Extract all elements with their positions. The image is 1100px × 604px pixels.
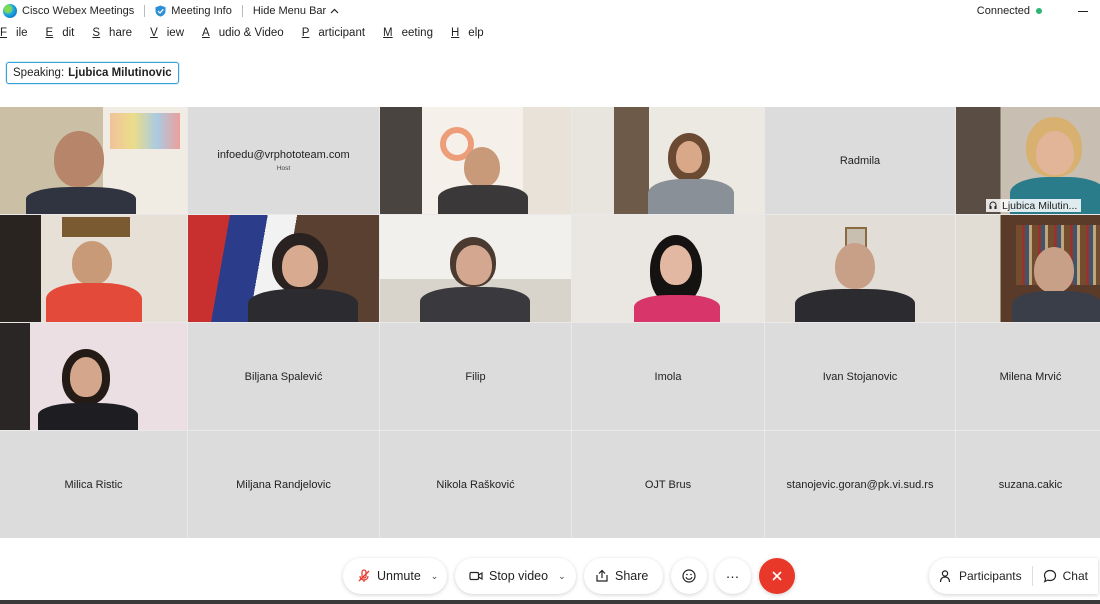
video-grid: infoedu@vrphototeam.com Host Radmila Lju… bbox=[0, 107, 1100, 538]
participant-tile[interactable]: Imola bbox=[572, 323, 764, 430]
video-tile[interactable] bbox=[765, 215, 955, 322]
participant-name: Milena Mrvić bbox=[999, 370, 1062, 383]
participant-tile[interactable]: OJT Brus bbox=[572, 431, 764, 538]
participant-name: OJT Brus bbox=[644, 478, 692, 491]
participant-tile-host[interactable]: infoedu@vrphototeam.com Host bbox=[188, 107, 379, 214]
participants-panel-button[interactable]: Participants bbox=[929, 558, 1032, 594]
video-tile[interactable] bbox=[380, 107, 571, 214]
participant-name: Nikola Rašković bbox=[436, 478, 515, 491]
menu-edit[interactable]: Edit bbox=[46, 27, 84, 45]
hide-menu-bar-label: Hide Menu Bar bbox=[252, 5, 327, 17]
minimize-icon[interactable] bbox=[1078, 10, 1088, 12]
participant-name: Ivan Stojanovic bbox=[822, 370, 898, 383]
unmute-button[interactable]: Unmute ⌄ bbox=[343, 558, 447, 594]
share-icon bbox=[596, 569, 608, 582]
speaking-name: Ljubica Milutinovic bbox=[68, 67, 172, 79]
connection-dot-icon bbox=[1036, 8, 1042, 14]
menu-view[interactable]: View bbox=[150, 27, 193, 45]
participant-name: Miljana Randjelovic bbox=[236, 478, 331, 491]
window-bottom-edge bbox=[0, 600, 1100, 604]
menu-participant[interactable]: Participant bbox=[302, 27, 374, 45]
video-tile[interactable] bbox=[0, 107, 187, 214]
video-tile[interactable] bbox=[380, 215, 571, 322]
video-tile-active-speaker[interactable]: Ljubica Milutin... bbox=[956, 107, 1100, 214]
divider bbox=[241, 5, 243, 17]
chevron-up-icon bbox=[330, 8, 339, 14]
active-speaker-indicator: Speaking: Ljubica Milutinovic bbox=[6, 62, 179, 84]
meeting-info-button[interactable]: Meeting Info bbox=[155, 5, 232, 17]
participant-tile[interactable]: Milica Ristic bbox=[0, 431, 187, 538]
hide-menu-bar-button[interactable]: Hide Menu Bar bbox=[253, 5, 339, 17]
webex-logo-icon bbox=[3, 4, 17, 18]
video-tile[interactable] bbox=[572, 107, 764, 214]
menu-share[interactable]: Share bbox=[92, 27, 141, 45]
chat-bubble-icon bbox=[1043, 569, 1056, 583]
participant-tile-radmila[interactable]: Radmila bbox=[765, 107, 955, 214]
share-label: Share bbox=[615, 569, 649, 583]
stop-video-label: Stop video bbox=[489, 569, 549, 583]
participant-name: Filip bbox=[465, 370, 486, 383]
chat-panel-button[interactable]: Chat bbox=[1033, 558, 1098, 594]
meeting-controls: Unmute ⌄ Stop video ⌄ Share … Participan… bbox=[0, 548, 1100, 604]
shield-icon bbox=[155, 5, 166, 17]
connection-status: Connected bbox=[976, 5, 1030, 17]
video-tile[interactable] bbox=[956, 215, 1100, 322]
participant-name: infoedu@vrphototeam.com bbox=[217, 149, 350, 161]
title-bar: Cisco Webex Meetings Meeting Info Hide M… bbox=[0, 0, 1100, 22]
video-tile[interactable] bbox=[0, 215, 187, 322]
participant-tile[interactable]: Filip bbox=[380, 323, 571, 430]
video-tile[interactable] bbox=[572, 215, 764, 322]
headset-icon bbox=[989, 201, 997, 209]
app-title: Cisco Webex Meetings bbox=[22, 5, 135, 17]
menu-bar: File Edit Share View Audio & Video Parti… bbox=[0, 27, 502, 45]
share-button[interactable]: Share bbox=[584, 558, 663, 594]
participant-tile[interactable]: suzana.cakic bbox=[956, 431, 1100, 538]
leave-meeting-button[interactable] bbox=[759, 558, 795, 594]
close-icon bbox=[772, 571, 782, 581]
participant-name: Biljana Spalević bbox=[244, 370, 323, 383]
more-icon: … bbox=[725, 565, 741, 581]
chat-label: Chat bbox=[1062, 569, 1088, 583]
participant-tile[interactable]: Milena Mrvić bbox=[956, 323, 1100, 430]
participant-name: Ljubica Milutin... bbox=[1002, 199, 1078, 212]
participant-tile[interactable]: Biljana Spalević bbox=[188, 323, 379, 430]
participants-label: Participants bbox=[958, 569, 1022, 583]
camera-icon bbox=[469, 571, 483, 581]
smiley-icon bbox=[682, 569, 696, 583]
muted-mic-icon bbox=[358, 569, 370, 582]
more-options-button[interactable]: … bbox=[715, 558, 751, 594]
participant-name: stanojevic.goran@pk.vi.sud.rs bbox=[786, 478, 934, 491]
participant-name: Radmila bbox=[839, 154, 881, 167]
host-tag: Host bbox=[276, 165, 291, 172]
panel-buttons: Participants Chat bbox=[928, 558, 1098, 594]
menu-help[interactable]: Help bbox=[451, 27, 493, 45]
menu-audio-video[interactable]: Audio & Video bbox=[202, 27, 293, 45]
unmute-label: Unmute bbox=[377, 569, 421, 583]
menu-file[interactable]: File bbox=[0, 27, 37, 45]
participant-tile[interactable]: Ivan Stojanovic bbox=[765, 323, 955, 430]
reactions-button[interactable] bbox=[671, 558, 707, 594]
participant-tile[interactable]: stanojevic.goran@pk.vi.sud.rs bbox=[765, 431, 955, 538]
speaking-label: Speaking: bbox=[13, 67, 65, 79]
participant-name: Milica Ristic bbox=[64, 478, 123, 491]
chevron-down-icon[interactable]: ⌄ bbox=[558, 571, 566, 582]
chevron-down-icon[interactable]: ⌄ bbox=[431, 571, 439, 582]
meeting-info-label: Meeting Info bbox=[171, 5, 232, 17]
stop-video-button[interactable]: Stop video ⌄ bbox=[455, 558, 576, 594]
menu-meeting[interactable]: Meeting bbox=[383, 27, 442, 45]
participant-name: suzana.cakic bbox=[998, 478, 1063, 491]
participant-name: Imola bbox=[654, 370, 682, 383]
divider bbox=[144, 5, 146, 17]
video-tile[interactable] bbox=[188, 215, 379, 322]
participant-tile[interactable]: Nikola Rašković bbox=[380, 431, 571, 538]
video-tile[interactable] bbox=[0, 323, 187, 430]
active-speaker-name-tag: Ljubica Milutin... bbox=[986, 199, 1082, 212]
participant-tile[interactable]: Miljana Randjelovic bbox=[188, 431, 379, 538]
person-icon bbox=[939, 570, 951, 583]
